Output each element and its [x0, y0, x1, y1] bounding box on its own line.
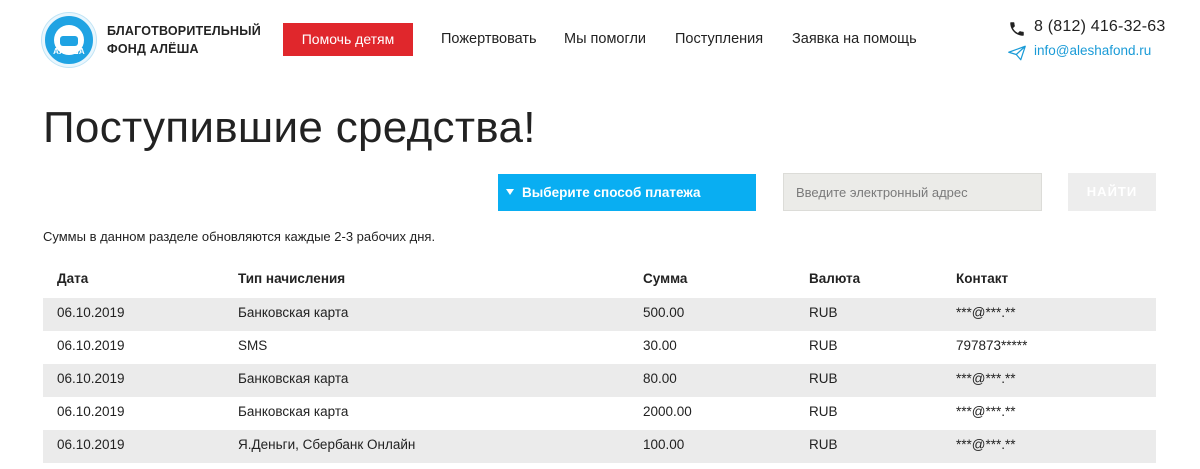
- logo[interactable]: АЛЁША: [42, 13, 96, 67]
- cell-contact: ***@***.**: [956, 404, 1016, 419]
- find-button[interactable]: НАЙТИ: [1068, 173, 1156, 211]
- email-link[interactable]: info@aleshafond.ru: [1034, 43, 1151, 58]
- col-contact: Контакт: [956, 271, 1009, 286]
- cell-contact: 797873*****: [956, 338, 1028, 353]
- cell-type: Банковская карта: [238, 371, 349, 386]
- logo-text: АЛЁША: [53, 47, 85, 56]
- cell-currency: RUB: [809, 305, 838, 320]
- page-title: Поступившие средства!: [43, 103, 536, 152]
- cell-currency: RUB: [809, 404, 838, 419]
- nav-receipts[interactable]: Поступления: [675, 31, 763, 47]
- cell-date: 06.10.2019: [57, 305, 125, 320]
- email-search-input[interactable]: [783, 173, 1042, 211]
- brand-line-1: БЛАГОТВОРИТЕЛЬНЫЙ: [107, 24, 261, 38]
- phone-number[interactable]: 8 (812) 416-32-63: [1034, 18, 1166, 36]
- cell-currency: RUB: [809, 338, 838, 353]
- cell-type: Я.Деньги, Сбербанк Онлайн: [238, 437, 416, 452]
- table-row: 06.10.2019 Банковская карта 500.00 RUB *…: [43, 298, 1156, 331]
- cell-date: 06.10.2019: [57, 437, 125, 452]
- cell-type: Банковская карта: [238, 404, 349, 419]
- update-note: Суммы в данном разделе обновляются кажды…: [43, 229, 436, 244]
- cell-amount: 100.00: [643, 437, 685, 452]
- cell-contact: ***@***.**: [956, 305, 1016, 320]
- cell-amount: 80.00: [643, 371, 677, 386]
- col-date: Дата: [57, 271, 89, 286]
- payment-method-select[interactable]: Выберите способ платежа: [498, 174, 756, 211]
- col-amount: Сумма: [643, 271, 688, 286]
- phone-icon: [1010, 22, 1024, 36]
- table-header: Дата Тип начисления Сумма Валюта Контакт: [43, 264, 1156, 298]
- paper-plane-icon: [1008, 45, 1026, 61]
- nav-help-request[interactable]: Заявка на помощь: [792, 31, 917, 47]
- help-children-button[interactable]: Помочь детям: [283, 23, 413, 56]
- cell-type: SMS: [238, 338, 268, 353]
- table-row: 06.10.2019 SMS 30.00 RUB 797873*****: [43, 331, 1156, 364]
- table-row: 06.10.2019 Банковская карта 80.00 RUB **…: [43, 364, 1156, 397]
- payment-method-label: Выберите способ платежа: [522, 185, 701, 200]
- cell-currency: RUB: [809, 371, 838, 386]
- brand-name[interactable]: БЛАГОТВОРИТЕЛЬНЫЙ ФОНД АЛЁША: [107, 22, 261, 58]
- cell-type: Банковская карта: [238, 305, 349, 320]
- nav-we-helped[interactable]: Мы помогли: [564, 31, 646, 47]
- site-header: АЛЁША БЛАГОТВОРИТЕЛЬНЫЙ ФОНД АЛЁША Помоч…: [0, 0, 1200, 80]
- cell-date: 06.10.2019: [57, 371, 125, 386]
- table-row: 06.10.2019 Банковская карта 2000.00 RUB …: [43, 397, 1156, 430]
- cell-date: 06.10.2019: [57, 404, 125, 419]
- table-row: 06.10.2019 Я.Деньги, Сбербанк Онлайн 100…: [43, 430, 1156, 463]
- cell-contact: ***@***.**: [956, 437, 1016, 452]
- cell-amount: 500.00: [643, 305, 685, 320]
- caret-down-icon: [506, 189, 514, 195]
- donations-table: Дата Тип начисления Сумма Валюта Контакт…: [43, 264, 1156, 463]
- brand-line-2: ФОНД АЛЁША: [107, 42, 199, 56]
- col-currency: Валюта: [809, 271, 861, 286]
- cell-amount: 2000.00: [643, 404, 692, 419]
- cell-amount: 30.00: [643, 338, 677, 353]
- col-type: Тип начисления: [238, 271, 346, 286]
- cell-contact: ***@***.**: [956, 371, 1016, 386]
- nav-donate[interactable]: Пожертвовать: [441, 31, 537, 47]
- cell-currency: RUB: [809, 437, 838, 452]
- cell-date: 06.10.2019: [57, 338, 125, 353]
